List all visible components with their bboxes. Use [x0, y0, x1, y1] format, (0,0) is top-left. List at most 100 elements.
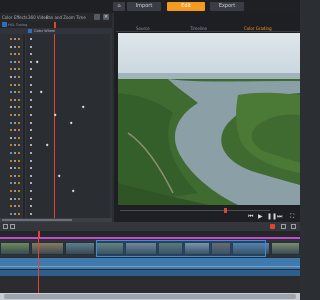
home-button[interactable]: ⌂: [113, 2, 125, 11]
parameter-toggle-icon[interactable]: [10, 38, 12, 40]
play-icon[interactable]: ▶: [258, 213, 263, 221]
video-clip[interactable]: [65, 242, 95, 255]
parameter-toggle-icon[interactable]: [10, 212, 12, 215]
parameter-toggle-icon[interactable]: [18, 76, 20, 78]
parameter-toggle-icon[interactable]: [14, 212, 16, 215]
parameter-toggle-icon[interactable]: [18, 212, 20, 215]
mode-export[interactable]: Export: [210, 2, 244, 11]
video-frame: [118, 33, 300, 205]
parameter-toggles: [23, 34, 25, 218]
parameter-toggle-icon[interactable]: [10, 60, 12, 63]
parameter-toggle-icon[interactable]: [18, 197, 20, 200]
parameter-toggle-icon[interactable]: [18, 190, 20, 192]
scrub-bar[interactable]: [120, 208, 270, 213]
keyframe-track-dot[interactable]: [30, 190, 32, 192]
parameter-toggle-icon[interactable]: [14, 121, 16, 124]
keyframe-track-dot[interactable]: [30, 152, 32, 154]
parameter-toggle-icon[interactable]: [14, 83, 16, 86]
fullscreen-icon[interactable]: ⛶: [290, 213, 294, 221]
menu-icon[interactable]: [94, 14, 100, 20]
panel-tabs: Color Effects 360 Video Pan and Zoom Tim…: [0, 13, 112, 22]
selected-clip-highlight[interactable]: [96, 240, 266, 257]
mode-edit[interactable]: Edit: [167, 2, 205, 11]
tab-effects[interactable]: Effects: [14, 13, 28, 22]
parameter-toggle-icon[interactable]: [14, 136, 16, 139]
keyframe-track-dot[interactable]: [30, 159, 32, 162]
parameter-toggle-icon[interactable]: [10, 174, 12, 177]
keyframe-track-dot[interactable]: [30, 174, 32, 177]
parameter-toggle-icon[interactable]: [18, 60, 20, 63]
parameter-toggle-icon[interactable]: [10, 159, 12, 162]
checkbox[interactable]: [28, 29, 32, 33]
scroll-thumb[interactable]: [4, 294, 296, 299]
parameter-toggle-icon[interactable]: [18, 114, 20, 116]
tab-time[interactable]: Time: [76, 13, 86, 22]
keyframe-track-dot[interactable]: [30, 114, 32, 116]
parameter-toggle-icon[interactable]: [14, 114, 16, 116]
parameter-toggle-icon[interactable]: [18, 174, 20, 177]
parameter-toggle-icon[interactable]: [14, 45, 16, 48]
keyframe-playhead-line: [54, 34, 55, 218]
parameter-toggle-icon[interactable]: [10, 197, 12, 200]
tab-pan-zoom[interactable]: Pan and Zoom: [46, 13, 75, 22]
parameter-toggle-icon[interactable]: [18, 136, 20, 139]
parameter-toggle-icon[interactable]: [10, 190, 12, 192]
parameter-toggle-icon[interactable]: [14, 190, 16, 192]
parameter-toggle-icon[interactable]: [14, 197, 16, 200]
keyframe-track-dot[interactable]: [30, 38, 32, 40]
audio-track-2[interactable]: [0, 270, 300, 276]
parameter-toggle-icon[interactable]: [10, 114, 12, 116]
parameter-toggle-icon[interactable]: [10, 152, 12, 154]
mode-import[interactable]: Import: [127, 2, 161, 11]
timeline-scrollbar[interactable]: [0, 293, 300, 300]
audio-track-1[interactable]: [0, 258, 300, 269]
chevron-icon[interactable]: [2, 22, 7, 27]
keyframe-track-dot[interactable]: [30, 45, 32, 48]
scrub-handle[interactable]: [224, 208, 227, 213]
parameter-toggle-icon[interactable]: [10, 83, 12, 86]
keyframe-track-dot[interactable]: [30, 121, 32, 124]
parameter-toggle-icon[interactable]: [14, 159, 16, 162]
parameter-toggle-icon[interactable]: [10, 45, 12, 48]
parameter-toggle-icon[interactable]: [14, 98, 16, 101]
parameter-toggle-icon[interactable]: [18, 38, 20, 40]
keyframe-track-dot[interactable]: [30, 76, 32, 78]
title-track-bar: [0, 237, 300, 239]
timeline-toolbar: [0, 222, 300, 231]
parameter-toggle-icon[interactable]: [10, 98, 12, 101]
keyframe-track-dot[interactable]: [30, 197, 32, 200]
skip-forward-icon[interactable]: ⏭: [277, 213, 282, 221]
magnet-icon[interactable]: [10, 224, 15, 229]
parameter-toggle-icon[interactable]: [14, 174, 16, 177]
keyframe-track-dot[interactable]: [30, 98, 32, 101]
parameter-toggle-icon[interactable]: [10, 76, 12, 78]
video-clip[interactable]: [31, 242, 64, 255]
video-clip[interactable]: [0, 242, 30, 255]
parameter-toggle-icon[interactable]: [18, 159, 20, 162]
parameter-toggle-icon[interactable]: [18, 45, 20, 48]
parameter-toggle-icon[interactable]: [18, 121, 20, 124]
parameter-toggle-icon[interactable]: [18, 83, 20, 86]
parameter-toggle-icon[interactable]: [10, 121, 12, 124]
timeline-playhead-line[interactable]: [38, 237, 39, 294]
skip-back-icon[interactable]: ⏮: [248, 213, 253, 221]
parameter-toggle-icon[interactable]: [10, 136, 12, 139]
snap-icon[interactable]: [3, 224, 8, 229]
record-icon[interactable]: [270, 224, 275, 229]
keyframe-track-dot[interactable]: [30, 212, 32, 215]
video-clip[interactable]: [271, 242, 300, 255]
parameter-toggle-icon[interactable]: [18, 152, 20, 154]
tab-color[interactable]: Color: [2, 13, 12, 22]
parameter-toggle-icon[interactable]: [14, 38, 16, 40]
settings-icon[interactable]: [291, 224, 296, 229]
close-icon[interactable]: ×: [103, 14, 109, 20]
zoom-icon[interactable]: [281, 224, 286, 229]
pause-icon[interactable]: ❚❚: [267, 213, 277, 221]
parameter-toggle-icon[interactable]: [14, 152, 16, 154]
keyframe-track-dot[interactable]: [30, 60, 32, 63]
parameter-toggle-icon[interactable]: [14, 60, 16, 63]
keyframe-track-dot[interactable]: [30, 83, 32, 86]
parameter-toggle-icon[interactable]: [14, 76, 16, 78]
keyframe-track-dot[interactable]: [30, 136, 32, 139]
parameter-toggle-icon[interactable]: [18, 98, 20, 101]
